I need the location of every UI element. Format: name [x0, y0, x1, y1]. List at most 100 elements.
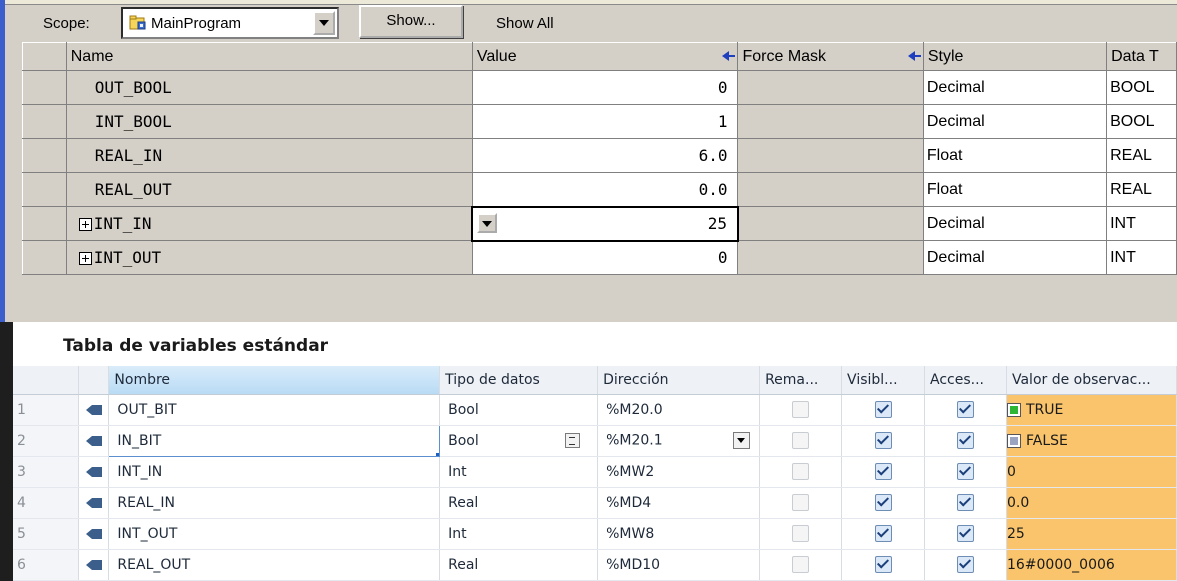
- row-selector[interactable]: [22, 206, 67, 241]
- tag-row[interactable]: OUT_BOOL 0 Decimal BOOL: [22, 70, 1177, 105]
- remanent-checkbox[interactable]: [792, 525, 810, 542]
- tag-name[interactable]: REAL_OUT: [108, 549, 441, 581]
- tag-name-editing[interactable]: IN_BIT: [108, 424, 441, 457]
- accessible-cell: [924, 425, 1007, 457]
- row-number: 6: [13, 549, 80, 581]
- accessible-checkbox[interactable]: [957, 401, 974, 418]
- tag-address[interactable]: %MW2: [597, 456, 761, 488]
- remanent-checkbox[interactable]: [792, 401, 810, 418]
- column-header-tipo-datos[interactable]: Tipo de datos: [439, 366, 599, 395]
- tag-name: OUT_BOOL: [65, 70, 473, 105]
- tag-address[interactable]: %MD4: [597, 487, 761, 519]
- column-header-nombre[interactable]: Nombre: [108, 366, 441, 395]
- accessible-checkbox[interactable]: [957, 556, 974, 573]
- column-header-accesible[interactable]: Acces...: [924, 366, 1007, 395]
- tag-data-type[interactable]: Int: [439, 518, 599, 550]
- remanent-checkbox[interactable]: [792, 494, 810, 511]
- tag-style[interactable]: Decimal: [922, 206, 1108, 241]
- plc-tag-row[interactable]: 2 IN_BIT Bool %M20.1 FALSE: [13, 424, 1177, 457]
- tag-address[interactable]: %MW8: [597, 518, 761, 550]
- tag-style[interactable]: Decimal: [922, 70, 1108, 105]
- tag-row[interactable]: INT_BOOL 1 Decimal BOOL: [22, 104, 1177, 139]
- chevron-down-icon[interactable]: [477, 212, 498, 233]
- column-header-direccion[interactable]: Dirección: [597, 366, 761, 395]
- tag-data-type[interactable]: Bool: [439, 394, 599, 426]
- accessible-checkbox[interactable]: [957, 525, 974, 542]
- program-folder-icon: [129, 15, 146, 30]
- tag-address[interactable]: %MD10: [597, 549, 761, 581]
- tag-value[interactable]: 1: [471, 104, 739, 139]
- scope-label: Scope:: [43, 15, 90, 32]
- column-header-style[interactable]: Style: [922, 42, 1108, 71]
- tag-data-type-editor[interactable]: Bool: [439, 425, 599, 457]
- row-selector[interactable]: [22, 104, 67, 139]
- remanent-cell: [759, 425, 843, 457]
- column-header-visible[interactable]: Visibl...: [841, 366, 926, 395]
- tag-address-editor[interactable]: %M20.1: [597, 425, 761, 457]
- tag-name[interactable]: OUT_BIT: [108, 394, 441, 426]
- watch-value: FALSE: [1006, 425, 1177, 457]
- row-selector[interactable]: [22, 172, 67, 207]
- tag-row[interactable]: REAL_IN 6.0 Float REAL: [22, 138, 1177, 173]
- column-header-valor-observacion[interactable]: Valor de observac...: [1006, 366, 1177, 395]
- show-button[interactable]: Show...: [359, 5, 463, 38]
- tag-style[interactable]: Decimal: [922, 104, 1108, 139]
- plc-tag-row[interactable]: 5 INT_OUT Int %MW8 25: [13, 518, 1177, 550]
- chevron-down-icon[interactable]: [732, 432, 750, 449]
- tag-data-type: BOOL: [1106, 104, 1177, 139]
- list-icon[interactable]: [564, 433, 580, 448]
- column-header-remanencia[interactable]: Rema...: [759, 366, 843, 395]
- tag-row[interactable]: REAL_OUT 0.0 Float REAL: [22, 172, 1177, 207]
- plc-tag-row[interactable]: 4 REAL_IN Real %MD4 0.0: [13, 487, 1177, 519]
- visible-checkbox[interactable]: [874, 556, 892, 573]
- tag-value[interactable]: 0: [471, 70, 739, 105]
- tag-name[interactable]: REAL_IN: [108, 487, 441, 519]
- remanent-checkbox[interactable]: [792, 432, 810, 449]
- tag-style[interactable]: Decimal: [922, 240, 1108, 275]
- accessible-checkbox[interactable]: [957, 494, 974, 511]
- visible-checkbox[interactable]: [874, 525, 892, 542]
- tag-value[interactable]: 0: [471, 240, 739, 275]
- tag-row[interactable]: INT_OUT 0 Decimal INT: [22, 240, 1177, 275]
- tag-data-type[interactable]: Int: [439, 456, 599, 488]
- plc-tag-row[interactable]: 6 REAL_OUT Real %MD10 16#0000_0006: [13, 549, 1177, 581]
- tag-value[interactable]: 0.0: [471, 172, 739, 207]
- tag-name[interactable]: INT_OUT: [108, 518, 441, 550]
- column-header-force-mask[interactable]: Force Mask: [737, 42, 924, 71]
- tag-style[interactable]: Float: [922, 138, 1108, 173]
- column-header-value[interactable]: Value: [471, 42, 739, 71]
- tag-value[interactable]: 6.0: [471, 138, 739, 173]
- tag-value-editor[interactable]: 25: [471, 205, 739, 242]
- tag-style[interactable]: Float: [922, 172, 1108, 207]
- visible-checkbox[interactable]: [874, 401, 892, 418]
- tag-address[interactable]: %M20.0: [597, 394, 761, 426]
- column-header-name[interactable]: Name: [65, 42, 473, 71]
- chevron-down-icon[interactable]: [313, 11, 335, 35]
- tag-data-type[interactable]: Real: [439, 487, 599, 519]
- tag-icon: [85, 497, 102, 508]
- row-number: 4: [13, 487, 80, 519]
- row-selector[interactable]: [22, 138, 67, 173]
- remanent-checkbox[interactable]: [792, 556, 810, 573]
- tag-data-type: REAL: [1106, 172, 1177, 207]
- tag-row[interactable]: INT_IN 25 Decimal INT: [22, 205, 1177, 242]
- tag-name[interactable]: INT_IN: [108, 456, 441, 488]
- tia-tag-table-panel: Tabla de variables estándar Nombre Tipo …: [0, 322, 1177, 581]
- remanent-checkbox[interactable]: [792, 463, 810, 480]
- plc-tag-table: Nombre Tipo de datos Dirección Rema... V…: [13, 366, 1177, 581]
- column-header-data-type[interactable]: Data T: [1106, 42, 1177, 71]
- plc-tag-row[interactable]: 1 OUT_BIT Bool %M20.0 TRUE: [13, 394, 1177, 426]
- visible-checkbox[interactable]: [874, 494, 892, 511]
- row-selector[interactable]: [22, 240, 67, 275]
- scope-select[interactable]: MainProgram: [121, 7, 339, 39]
- visible-checkbox[interactable]: [874, 463, 892, 480]
- tag-data-type[interactable]: Real: [439, 549, 599, 581]
- plc-tag-table-header: Nombre Tipo de datos Dirección Rema... V…: [13, 366, 1177, 395]
- accessible-checkbox[interactable]: [957, 463, 974, 480]
- expand-plus-icon[interactable]: [78, 218, 92, 231]
- accessible-checkbox[interactable]: [957, 432, 974, 449]
- row-selector[interactable]: [22, 70, 67, 105]
- visible-checkbox[interactable]: [874, 432, 892, 449]
- expand-plus-icon[interactable]: [78, 252, 92, 265]
- plc-tag-row[interactable]: 3 INT_IN Int %MW2 0: [13, 456, 1177, 488]
